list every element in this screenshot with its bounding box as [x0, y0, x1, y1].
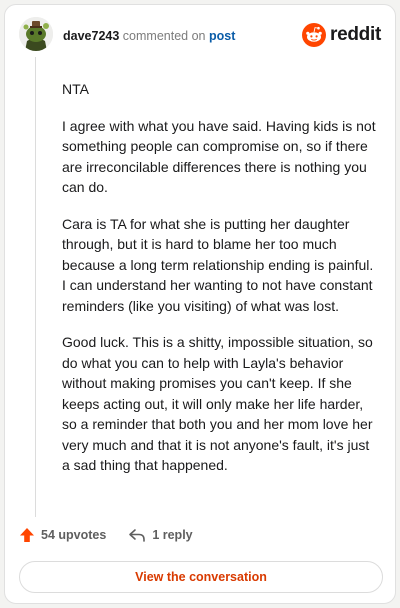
reddit-wordmark: reddit [330, 24, 381, 45]
comment-footer: 54 upvotes 1 reply [19, 527, 215, 543]
comment-header: dave7243 commented on post reddit [5, 5, 395, 65]
reply-count: 1 reply [152, 528, 193, 542]
comment-paragraph: Cara is TA for what she is putting her d… [62, 215, 374, 314]
commented-on-text: commented on [122, 29, 206, 43]
thread-line[interactable] [35, 57, 36, 517]
username-link[interactable]: dave7243 [63, 29, 119, 43]
upvote-arrow-icon [20, 528, 34, 542]
post-link[interactable]: post [209, 29, 235, 43]
comment-meta: dave7243 commented on post [63, 29, 235, 43]
reply-arrow-icon [129, 529, 146, 542]
comment-paragraph: Good luck. This is a shitty, impossible … [62, 334, 373, 473]
comment-paragraph: I agree with what you have said. Having … [62, 117, 376, 196]
upvote-button[interactable]: 54 upvotes [19, 527, 106, 543]
snoo-avatar-icon [19, 17, 53, 51]
comment-card: dave7243 commented on post reddit NTA I … [4, 4, 396, 604]
reply-button[interactable]: 1 reply [128, 527, 193, 543]
upvote-count: 54 upvotes [41, 528, 107, 542]
comment-paragraph: NTA [62, 81, 89, 97]
user-avatar[interactable] [19, 17, 53, 51]
reddit-logo[interactable]: reddit [302, 23, 381, 47]
view-conversation-button[interactable]: View the conversation [19, 561, 383, 593]
comment-body: NTA I agree with what you have said. Hav… [62, 79, 380, 492]
reddit-logo-icon [302, 23, 327, 47]
